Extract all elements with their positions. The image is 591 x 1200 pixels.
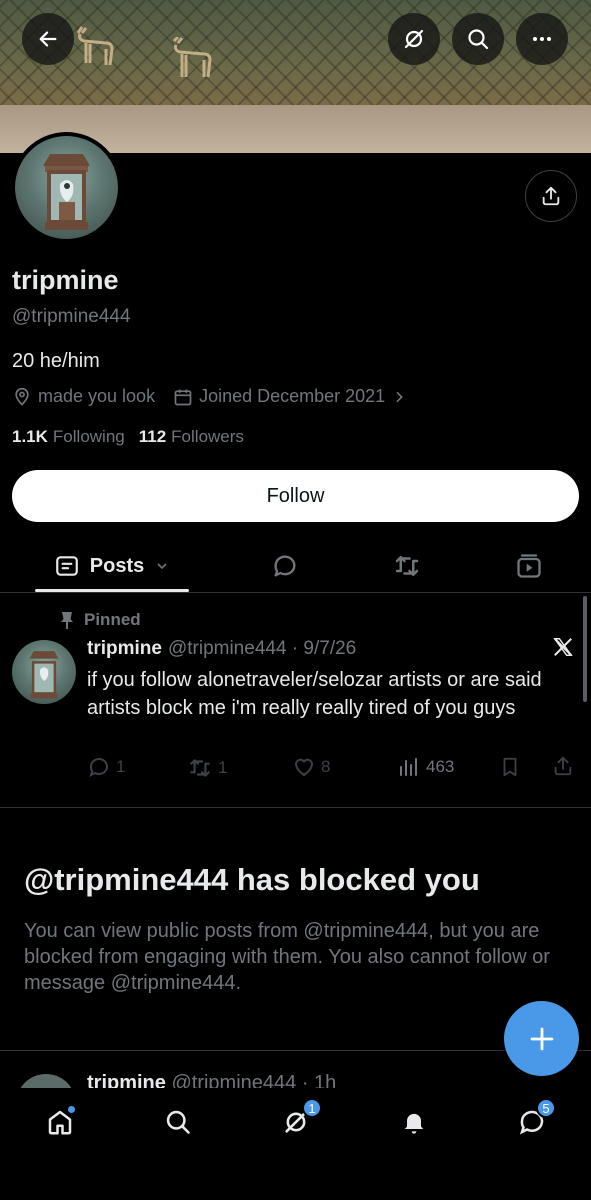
search-icon — [468, 29, 489, 50]
post-header: tripmine @tripmine444 · 9/7/26 — [87, 638, 356, 660]
posts-icon — [55, 556, 78, 576]
x-logo-icon — [553, 638, 573, 656]
follow-counts: 1.1K Following 112 Followers — [12, 427, 244, 447]
tab-posts[interactable]: Posts — [35, 540, 189, 592]
like-count: 8 — [321, 757, 331, 776]
next-post-peek[interactable]: tripmine @tripmine444 · 1h — [0, 1068, 591, 1088]
bookmark-button[interactable] — [499, 755, 521, 779]
reply-button[interactable]: 1 — [87, 755, 125, 779]
location-text: made you look — [38, 386, 156, 406]
joined-text: Joined December 2021 — [199, 386, 386, 406]
repost-button[interactable]: 1 — [187, 755, 227, 781]
followers-link[interactable]: 112 Followers — [139, 427, 244, 447]
post-author-avatar[interactable] — [12, 640, 76, 704]
back-button[interactable] — [22, 13, 74, 65]
share-icon — [542, 186, 560, 206]
blocked-title: @tripmine444 has blocked you — [24, 862, 480, 897]
profile-handle: @tripmine444 — [12, 306, 131, 327]
bottom-nav: 1 5 — [0, 1088, 591, 1200]
tab-posts-label: Posts — [89, 554, 145, 577]
repost-count: 1 — [218, 758, 228, 777]
avatar-image — [15, 136, 118, 239]
following-count: 1.1K — [12, 427, 48, 446]
location-icon — [15, 387, 29, 406]
following-link[interactable]: 1.1K Following — [12, 427, 125, 447]
next-post-author: tripmine — [87, 1072, 166, 1088]
profile-avatar[interactable] — [11, 132, 122, 243]
grok-badge: 1 — [302, 1098, 322, 1118]
followers-label: Followers — [171, 427, 244, 446]
scrollbar[interactable] — [583, 596, 587, 702]
profile-name: tripmine — [12, 265, 119, 295]
deer-figure — [70, 25, 120, 77]
share-button[interactable] — [525, 170, 577, 222]
like-icon — [294, 758, 314, 777]
compose-button[interactable] — [504, 1001, 579, 1076]
search-icon — [166, 1110, 190, 1134]
bell-icon — [404, 1113, 424, 1134]
joined-item[interactable]: Joined December 2021 — [173, 386, 407, 407]
reposts-tab-icon — [395, 556, 419, 576]
plus-icon — [530, 1027, 553, 1050]
chevron-down-icon — [157, 563, 167, 570]
profile-tabs: Posts — [0, 540, 591, 592]
blocked-text: You can view public posts from @tripmine… — [24, 920, 550, 994]
pin-icon — [61, 612, 73, 629]
deer-figure — [168, 35, 220, 90]
post-share-button[interactable] — [552, 755, 574, 777]
post-menu-button[interactable] — [552, 636, 574, 663]
follow-button[interactable]: Follow — [12, 470, 579, 522]
calendar-icon — [174, 389, 192, 405]
post-text: if you follow alonetraveler/selozar arti… — [87, 669, 542, 719]
nav-home[interactable] — [30, 1102, 90, 1142]
post-author-name[interactable]: tripmine — [87, 638, 162, 660]
replies-tab-icon — [274, 555, 296, 577]
profile-banner[interactable] — [0, 0, 591, 153]
post-divider — [0, 807, 591, 808]
post-handle-date: @tripmine444 · 9/7/26 — [167, 638, 357, 659]
grok-icon — [404, 29, 424, 49]
search-button[interactable] — [452, 13, 504, 65]
tab-media[interactable] — [499, 540, 559, 592]
chevron-right-icon — [396, 391, 404, 402]
nav-grok[interactable]: 1 — [266, 1098, 326, 1142]
blocked-divider — [0, 1050, 591, 1051]
next-post-avatar — [16, 1074, 76, 1088]
more-button[interactable] — [516, 13, 568, 65]
home-notification-dot — [67, 1105, 76, 1114]
pinned-indicator: Pinned — [60, 610, 141, 630]
grok-button[interactable] — [388, 13, 440, 65]
profile-meta: made you look Joined December 2021 — [12, 386, 407, 407]
following-label: Following — [52, 427, 125, 446]
reply-count: 1 — [116, 757, 126, 776]
tab-replies[interactable] — [255, 540, 315, 592]
tab-reposts[interactable] — [377, 540, 437, 592]
post-actions: 1 1 8 463 — [87, 755, 579, 785]
like-button[interactable]: 8 — [292, 755, 330, 779]
followers-count: 112 — [138, 427, 167, 446]
next-post-header: tripmine @tripmine444 · 1h — [87, 1072, 336, 1088]
media-tab-icon — [517, 554, 541, 578]
views-icon — [400, 758, 417, 776]
views-button[interactable]: 463 — [397, 755, 454, 779]
nav-search[interactable] — [148, 1102, 208, 1142]
profile-bio: 20 he/him — [12, 350, 100, 372]
location-item: made you look — [12, 386, 155, 407]
reply-icon — [89, 758, 108, 777]
messages-badge: 5 — [536, 1098, 556, 1118]
nav-messages[interactable]: 5 — [502, 1098, 562, 1142]
nav-notifications[interactable] — [384, 1102, 444, 1142]
tabs-divider — [0, 592, 591, 593]
share-icon — [554, 756, 572, 776]
views-count: 463 — [426, 757, 455, 776]
back-arrow-icon — [39, 31, 57, 47]
repost-icon — [190, 759, 210, 777]
pinned-label: Pinned — [84, 610, 141, 629]
more-icon — [533, 37, 551, 41]
bookmark-icon — [503, 757, 517, 777]
next-post-handle-time: @tripmine444 · 1h — [171, 1072, 337, 1088]
